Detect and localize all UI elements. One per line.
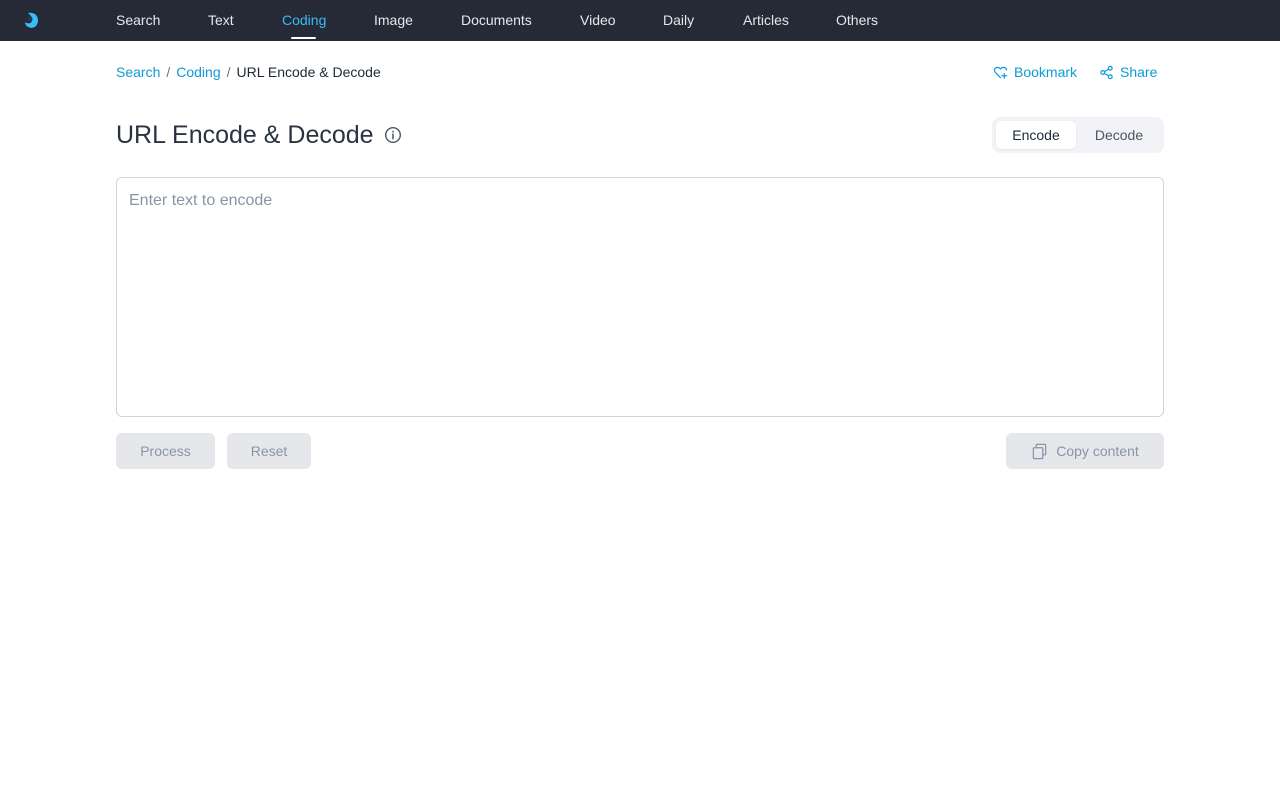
- process-button[interactable]: Process: [116, 433, 215, 469]
- nav-item-daily[interactable]: Daily: [663, 0, 694, 41]
- decode-tab[interactable]: Decode: [1078, 121, 1160, 149]
- encode-tab[interactable]: Encode: [996, 121, 1076, 149]
- nav-item-documents[interactable]: Documents: [461, 0, 532, 41]
- breadcrumb-separator: /: [166, 64, 171, 80]
- info-icon[interactable]: [384, 126, 402, 144]
- share-button[interactable]: Share: [1099, 63, 1157, 81]
- reset-button[interactable]: Reset: [227, 433, 311, 469]
- page-title: URL Encode & Decode: [116, 119, 402, 151]
- copy-icon: [1032, 443, 1047, 459]
- active-nav-indicator: [291, 37, 316, 39]
- mode-toggle: Encode Decode: [992, 117, 1164, 153]
- breadcrumb-link-search[interactable]: Search: [116, 64, 160, 80]
- page-title-text: URL Encode & Decode: [116, 120, 374, 149]
- copy-content-button[interactable]: Copy content: [1006, 433, 1164, 469]
- heart-plus-icon: [993, 66, 1008, 79]
- nav-item-video[interactable]: Video: [580, 0, 616, 41]
- breadcrumb-current: URL Encode & Decode: [236, 64, 381, 80]
- bookmark-label: Bookmark: [1014, 64, 1078, 80]
- app-logo-icon[interactable]: [22, 10, 42, 30]
- nav-item-others[interactable]: Others: [836, 0, 878, 41]
- breadcrumb: Search / Coding / URL Encode & Decode: [116, 63, 381, 81]
- share-label: Share: [1120, 64, 1158, 80]
- nav-item-articles[interactable]: Articles: [743, 0, 789, 41]
- bookmark-button[interactable]: Bookmark: [993, 63, 1077, 81]
- copy-content-label: Copy content: [1056, 443, 1139, 459]
- nav-item-text[interactable]: Text: [208, 0, 234, 41]
- nav-item-search[interactable]: Search: [116, 0, 160, 41]
- nav-item-image[interactable]: Image: [374, 0, 413, 41]
- top-navigation: Search Text Coding Image Documents Video…: [0, 0, 1280, 41]
- breadcrumb-separator: /: [226, 64, 231, 80]
- text-input[interactable]: [116, 177, 1164, 417]
- nav-item-coding[interactable]: Coding: [282, 0, 326, 41]
- breadcrumb-link-coding[interactable]: Coding: [176, 64, 220, 80]
- share-icon: [1100, 65, 1113, 79]
